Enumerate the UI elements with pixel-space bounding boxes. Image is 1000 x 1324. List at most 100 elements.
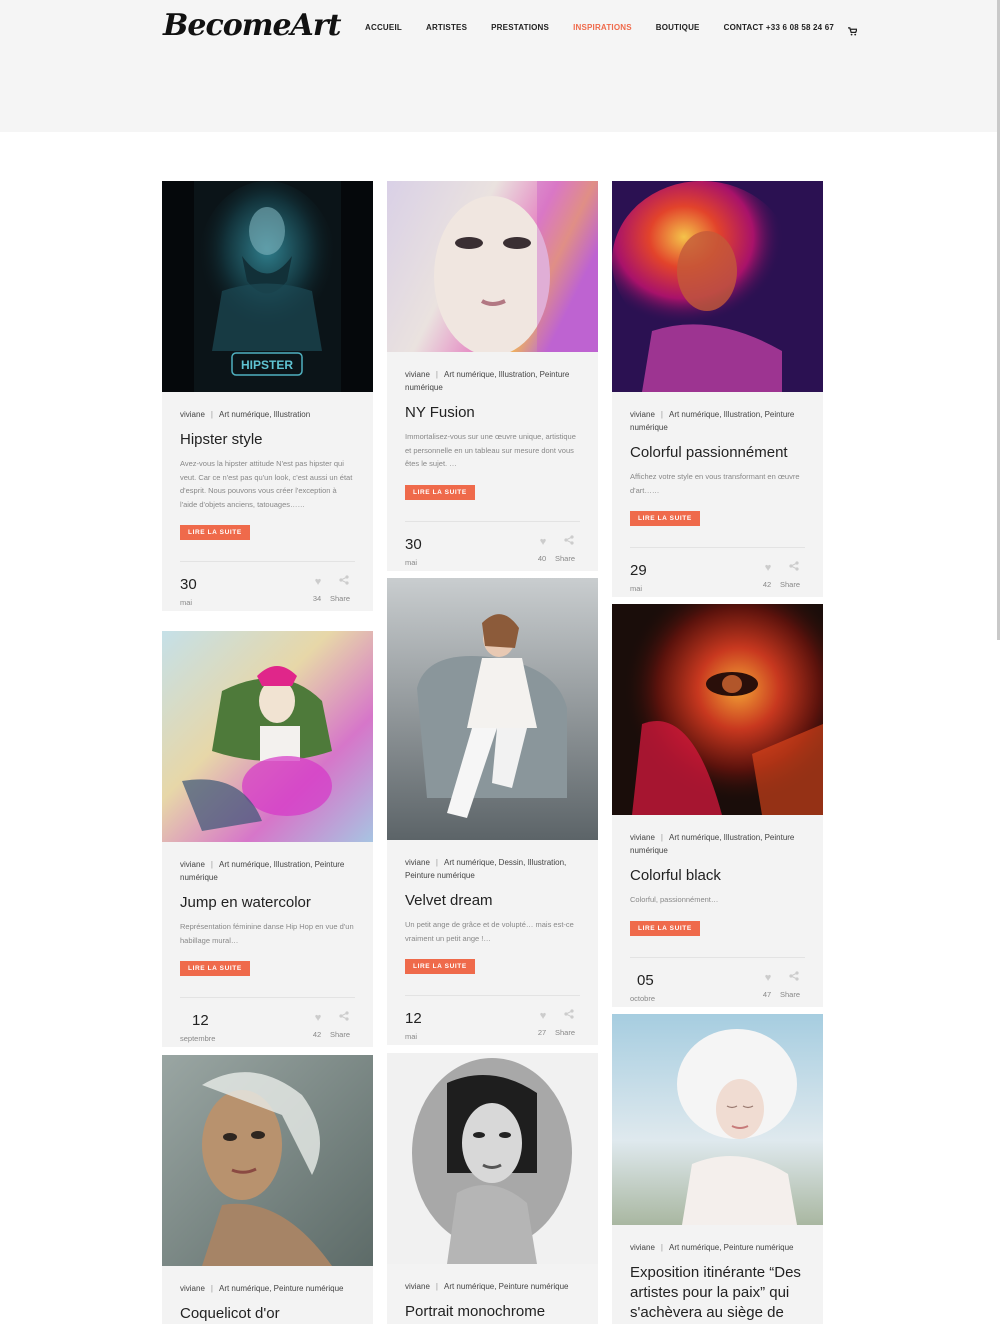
post-footer: 12 mai ♥ 27 Share: [405, 995, 580, 1045]
like-count: 42: [312, 1030, 322, 1039]
post-image[interactable]: [162, 631, 373, 842]
post-card: HIPSTER viviane | Art numérique, Illustrat…: [162, 181, 373, 611]
nav-artistes[interactable]: ARTISTES: [426, 23, 467, 32]
post-title[interactable]: NY Fusion: [405, 403, 580, 423]
post-card: viviane | Art numérique, Illustration, Pei…: [612, 181, 823, 597]
nav-inspirations[interactable]: INSPIRATIONS: [573, 23, 632, 32]
share-icon[interactable]: [561, 1006, 577, 1024]
post-author[interactable]: viviane: [180, 860, 205, 869]
post-meta: viviane | Art numérique, Illustration, Pei…: [405, 370, 570, 392]
site-logo[interactable]: BecomeArt: [163, 8, 341, 43]
post-meta: viviane | Art numérique, Peinture numériqu…: [180, 1284, 344, 1293]
post-title[interactable]: Jump en watercolor: [180, 893, 355, 913]
post-excerpt: Immortalisez-vous sur une œuvre unique, …: [405, 432, 576, 468]
post-author[interactable]: viviane: [630, 410, 655, 419]
post-day: 29: [630, 562, 647, 579]
post-author[interactable]: viviane: [405, 370, 430, 379]
post-footer: 29 mai ♥ 42 Share: [630, 547, 805, 597]
share-icon[interactable]: [561, 532, 577, 550]
post-image[interactable]: [612, 181, 823, 392]
post-month: mai: [180, 598, 193, 607]
nav-prestations[interactable]: PRESTATIONS: [491, 23, 549, 32]
read-more-button[interactable]: LIRE LA SUITE: [180, 525, 250, 540]
share-label[interactable]: Share: [555, 1028, 575, 1037]
post-footer: 30 mai ♥ 34 Share: [180, 561, 355, 611]
post-title[interactable]: Exposition itinérante “Des artistes pour…: [630, 1263, 805, 1323]
read-more-button[interactable]: LIRE LA SUITE: [630, 511, 700, 526]
post-excerpt: Avez-vous la hipster attitude N'est pas …: [180, 459, 353, 509]
post-excerpt: Représentation féminine danse Hip Hop en…: [180, 922, 354, 945]
post-author[interactable]: viviane: [630, 1243, 655, 1252]
post-month: mai: [405, 557, 418, 567]
heart-icon[interactable]: ♥: [310, 1008, 326, 1026]
post-month: mai: [405, 1032, 418, 1041]
post-image[interactable]: [387, 1053, 598, 1264]
post-day: 30: [180, 576, 197, 593]
post-meta: viviane | Art numérique, Illustration, Pei…: [180, 860, 345, 882]
post-categories[interactable]: Art numérique, Illustration: [219, 410, 310, 419]
site-header: BecomeArt ACCUEIL ARTISTES PRESTATIONS I…: [0, 0, 1000, 132]
post-image[interactable]: [387, 181, 598, 352]
main-nav: ACCUEIL ARTISTES PRESTATIONS INSPIRATION…: [365, 23, 859, 36]
share-label[interactable]: Share: [780, 990, 800, 999]
like-count: 42: [762, 580, 772, 589]
post-author[interactable]: viviane: [405, 1282, 430, 1291]
post-title[interactable]: Hipster style: [180, 430, 355, 450]
like-count: 40: [537, 553, 547, 563]
nav-boutique[interactable]: BOUTIQUE: [656, 23, 700, 32]
share-icon[interactable]: [786, 558, 802, 576]
heart-icon[interactable]: ♥: [760, 558, 776, 576]
post-categories[interactable]: Art numérique, Peinture numérique: [669, 1243, 794, 1252]
post-meta: viviane | Art numérique, Illustration, Pei…: [630, 410, 795, 432]
nav-accueil[interactable]: ACCUEIL: [365, 23, 402, 32]
post-author[interactable]: viviane: [180, 1284, 205, 1293]
post-image[interactable]: [387, 578, 598, 840]
post-card: viviane | Art numérique, Illustration, Pei…: [387, 181, 598, 571]
post-day: 30: [405, 535, 422, 553]
read-more-button[interactable]: LIRE LA SUITE: [405, 959, 475, 974]
post-day: 05: [637, 971, 654, 989]
heart-icon[interactable]: ♥: [535, 532, 551, 550]
post-categories[interactable]: Art numérique, Peinture numérique: [444, 1282, 569, 1291]
read-more-button[interactable]: LIRE LA SUITE: [405, 484, 475, 500]
post-title[interactable]: Coquelicot d'or: [180, 1304, 355, 1324]
share-icon[interactable]: [786, 968, 802, 986]
share-icon[interactable]: [336, 1008, 352, 1026]
post-meta: viviane | Art numérique, Peinture numériqu…: [630, 1243, 794, 1252]
post-categories[interactable]: Art numérique, Peinture numérique: [219, 1284, 344, 1293]
post-image[interactable]: HIPSTER: [162, 181, 373, 392]
post-excerpt: Affichez votre style en vous transforman…: [630, 472, 800, 495]
post-card: viviane | Art numérique, Illustration, Pei…: [612, 604, 823, 1007]
post-excerpt: Colorful, passionnément…: [630, 895, 719, 904]
share-label[interactable]: Share: [780, 580, 800, 589]
share-icon[interactable]: [336, 572, 352, 590]
heart-icon[interactable]: ♥: [535, 1006, 551, 1024]
nav-contact[interactable]: CONTACT +33 6 08 58 24 67: [724, 23, 834, 32]
heart-icon[interactable]: ♥: [760, 968, 776, 986]
heart-icon[interactable]: ♥: [310, 572, 326, 590]
post-card: viviane | Art numérique, Dessin, Illustrat…: [387, 578, 598, 1045]
post-image[interactable]: [612, 1014, 823, 1225]
post-image[interactable]: [612, 604, 823, 815]
read-more-button[interactable]: LIRE LA SUITE: [180, 961, 250, 976]
share-label[interactable]: Share: [330, 1030, 350, 1039]
post-title[interactable]: Colorful passionnément: [630, 443, 805, 463]
post-title[interactable]: Colorful black: [630, 866, 805, 886]
share-label[interactable]: Share: [330, 594, 350, 603]
post-author[interactable]: viviane: [405, 858, 430, 867]
post-title[interactable]: Velvet dream: [405, 891, 580, 911]
post-card: viviane | Art numérique, Peinture numériqu…: [612, 1014, 823, 1324]
read-more-button[interactable]: LIRE LA SUITE: [630, 920, 700, 936]
post-title[interactable]: Portrait monochrome: [405, 1302, 580, 1322]
post-image[interactable]: [162, 1055, 373, 1266]
cart-icon[interactable]: [848, 23, 859, 36]
post-author[interactable]: viviane: [630, 833, 655, 842]
image-caption: HIPSTER: [241, 358, 293, 372]
post-meta: viviane | Art numérique, Illustration, Pei…: [630, 833, 795, 855]
like-count: 47: [762, 989, 772, 999]
post-meta: viviane | Art numérique, Dessin, Illustrat…: [405, 858, 567, 880]
share-label[interactable]: Share: [555, 554, 575, 563]
post-author[interactable]: viviane: [180, 410, 205, 419]
post-meta: viviane | Art numérique, Illustration: [180, 410, 311, 419]
post-month: mai: [630, 584, 643, 593]
